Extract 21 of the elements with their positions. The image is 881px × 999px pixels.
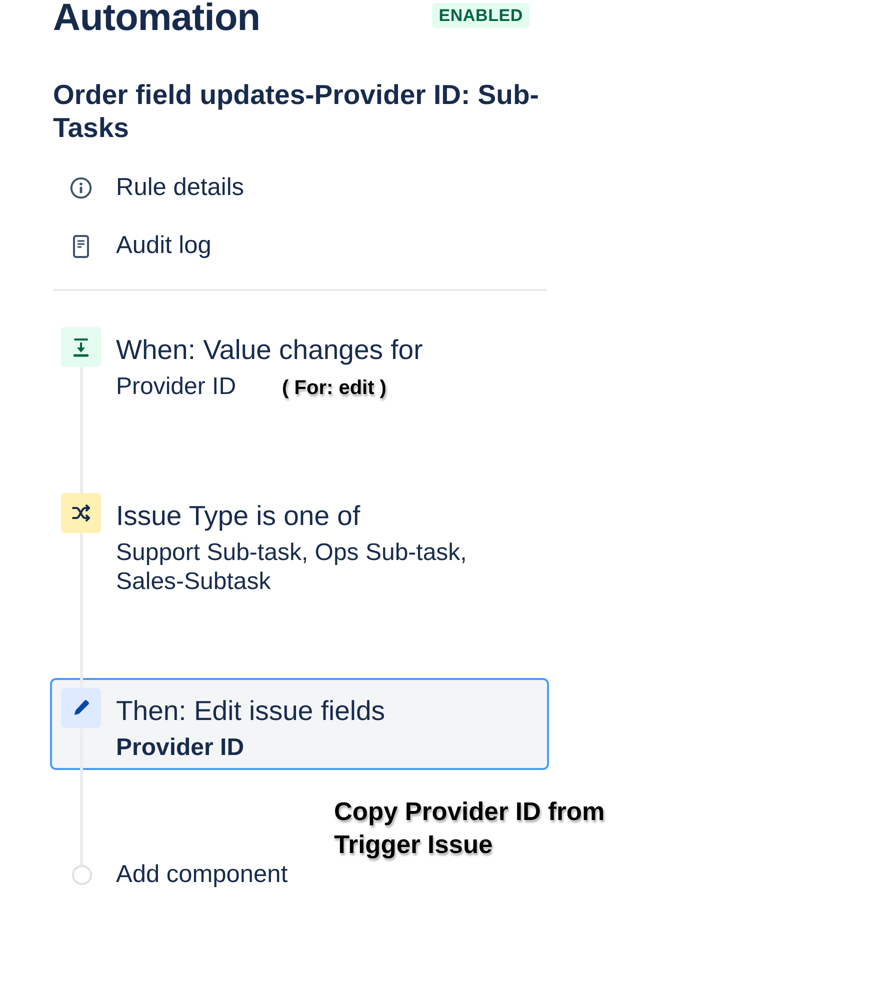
circle-icon [72,865,92,885]
document-icon [73,234,89,258]
annotation-label: ( For: edit ) [282,376,386,400]
status-lozenge: ENABLED [432,3,530,28]
step-detail: Support Sub-task, Ops Sub-task, Sales-Subtask [116,538,468,596]
step-detail: Provider ID [116,372,236,401]
rule-name: Order field updates-Provider ID: Sub-Tasks [53,78,540,144]
step-detail: Provider ID [116,733,244,762]
step-title: When: Value changes for [116,335,423,365]
rule-step-card[interactable]: Then: Edit issue fields Provider ID [50,678,549,770]
step-title: Then: Edit issue fields [116,696,386,726]
shuffle-icon [61,493,101,533]
annotation-label: Copy Provider ID from Trigger Issue [334,797,606,861]
step-title: Issue Type is one of [116,501,360,531]
info-icon [70,177,92,199]
pencil-icon [61,688,101,728]
menu-link[interactable]: Audit log [53,217,212,275]
add-component-link[interactable]: Add component [53,862,288,888]
menu-link[interactable]: Rule details [53,159,244,217]
arrow-down-icon [61,327,101,367]
page-title: Automation [53,0,260,36]
